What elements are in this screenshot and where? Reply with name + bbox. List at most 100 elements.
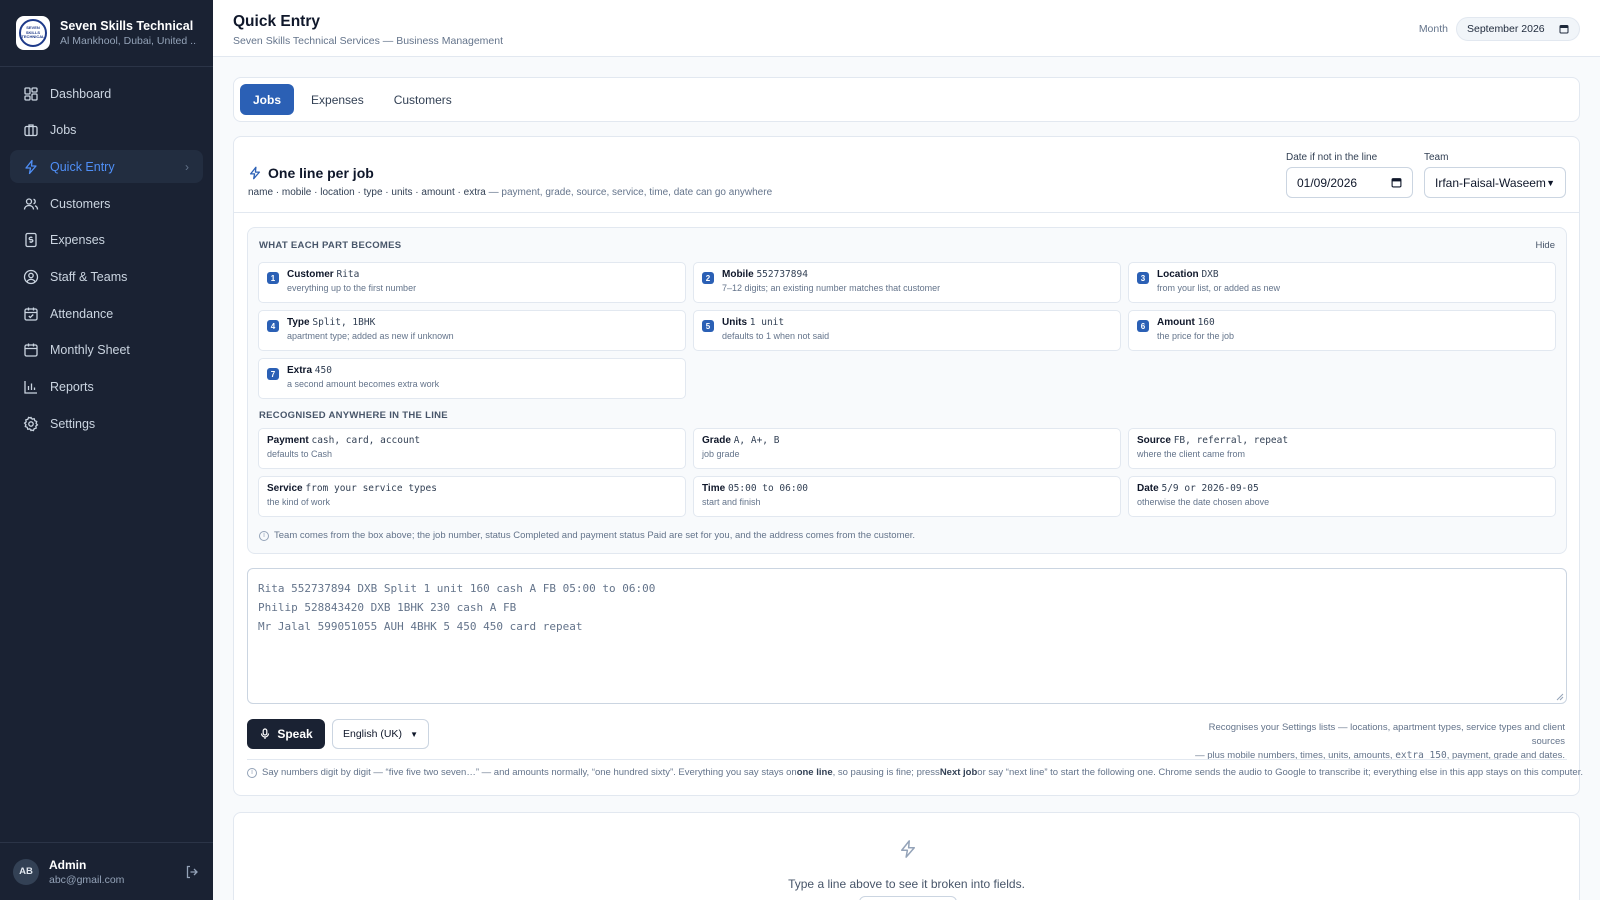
- team-field-group: Team Irfan-Faisal-Waseem ▼: [1424, 152, 1566, 198]
- sidebar-item-reports[interactable]: Reports: [10, 371, 203, 404]
- recognised-grid: Payment cash, card, account defaults to C…: [258, 428, 1556, 517]
- team-label: Team: [1424, 152, 1449, 163]
- recognised-card: Time 05:00 to 06:00 start and finish: [693, 476, 1121, 517]
- date-input[interactable]: 01/09/2026: [1286, 167, 1413, 198]
- dashboard-icon: [24, 86, 38, 101]
- user-email: abc@gmail.com: [49, 873, 125, 886]
- entry-card-header: One line per job name · mobile · locatio…: [234, 137, 1579, 213]
- quick-entry-card: One line per job name · mobile · locatio…: [233, 136, 1583, 796]
- page-subtitle: Seven Skills Technical Services — Busine…: [233, 35, 504, 47]
- recognised-title: RECOGNISED ANYWHERE IN THE LINE: [259, 410, 448, 421]
- preview-placeholder: Type a line above to see it broken into …: [788, 877, 1025, 891]
- recognised-card: Payment cash, card, account defaults to C…: [258, 428, 686, 469]
- calendar-icon: [1559, 25, 1569, 34]
- text-line: Rita 552737894 DXB Split 1 unit 160 cash…: [258, 582, 656, 595]
- part-card: 1 Customer Rita everything up to the first…: [258, 262, 686, 303]
- lightning-icon: [249, 166, 261, 180]
- part-card: 3 Location DXB from your list, or added as…: [1128, 262, 1556, 303]
- sidebar-item-quick-entry[interactable]: Quick Entry ›: [10, 150, 203, 184]
- sidebar-item-label: Attendance: [50, 306, 114, 321]
- part-card: 5 Units 1 unit defaults to 1 when not said: [693, 310, 1121, 351]
- sidebar-item-label: Dashboard: [50, 86, 112, 101]
- sidebar-item-attendance[interactable]: Attendance: [10, 297, 203, 330]
- chevron-down-icon: ▼: [410, 729, 418, 739]
- tab-expenses[interactable]: Expenses: [298, 84, 377, 115]
- microphone-icon: [261, 728, 270, 739]
- sidebar-item-label: Monthly Sheet: [50, 343, 130, 358]
- user-name: Admin: [49, 857, 87, 872]
- recognised-card: Service from your service types the kind …: [258, 476, 686, 517]
- preview-button[interactable]: [859, 896, 957, 900]
- company-address: Al Mankhool, Dubai, United ...: [60, 35, 197, 47]
- tab-customers[interactable]: Customers: [381, 84, 465, 115]
- brand-header: SEVEN SKILLS TECHNICAL Seven Skills Tech…: [0, 0, 213, 67]
- sidebar-nav: Dashboard Jobs Quick Entry › Customers E…: [0, 67, 213, 454]
- lightning-icon: [25, 159, 37, 175]
- page-header: Quick Entry Seven Skills Technical Servi…: [213, 0, 1600, 57]
- date-field-group: Date if not in the line 01/09/2026: [1286, 152, 1413, 198]
- speech-tips: i Say numbers digit by digit — “five fiv…: [247, 767, 1583, 778]
- parts-guide: WHAT EACH PART BECOMES Hide 1 Customer Ri…: [247, 227, 1567, 554]
- text-line: Philip 528843420 DXB 1BHK 230 cash A FB: [258, 601, 517, 614]
- recognised-card: Date 5/9 or 2026-09-05 otherwise the date…: [1128, 476, 1556, 517]
- team-note: i Team comes from the box above; the job…: [259, 530, 915, 541]
- sidebar-item-label: Reports: [50, 380, 94, 394]
- avatar: AB: [13, 858, 39, 885]
- month-value: September 2026: [1467, 23, 1545, 35]
- sidebar-item-label: Customers: [50, 196, 111, 211]
- month-picker[interactable]: September 2026: [1456, 17, 1580, 41]
- date-label: Date if not in the line: [1286, 152, 1378, 163]
- lightning-icon: [901, 840, 915, 858]
- sidebar-item-customers[interactable]: Customers: [10, 187, 203, 220]
- part-card: 7 Extra 450 a second amount becomes extra …: [258, 358, 686, 399]
- entry-hint: name · mobile · location · type · units …: [248, 187, 773, 198]
- user-panel: AB Admin abc@gmail.com: [0, 842, 213, 900]
- recognised-card: Grade A, A+, Bjob grade: [693, 428, 1121, 469]
- user-circle-icon: [23, 269, 39, 285]
- company-name: Seven Skills Technical ...: [60, 19, 197, 33]
- recognises-note: Recognises your Settings lists — locatio…: [1195, 722, 1565, 761]
- gear-icon: [23, 416, 39, 432]
- text-line: Mr Jalal 599051055 AUH 4BHK 5 450 450 ca…: [258, 620, 583, 633]
- info-icon: i: [247, 767, 257, 778]
- recognised-card: Source FB, referral, repeat where the cli…: [1128, 428, 1556, 469]
- team-select[interactable]: Irfan-Faisal-Waseem ▼: [1424, 167, 1566, 198]
- sidebar-item-label: Jobs: [50, 123, 77, 138]
- calendar-icon: [24, 343, 38, 357]
- part-card: 6 Amount 160 the price for the job: [1128, 310, 1556, 351]
- parts-grid: 1 Customer Rita everything up to the first…: [258, 262, 1556, 399]
- sidebar-item-dashboard[interactable]: Dashboard: [10, 77, 203, 110]
- entry-tabs: Jobs Expenses Customers: [233, 77, 1580, 122]
- hide-guide-button[interactable]: Hide: [1535, 240, 1555, 251]
- entry-title: One line per job: [248, 165, 374, 181]
- chevron-right-icon: ›: [185, 159, 189, 174]
- sidebar-item-label: Settings: [50, 416, 96, 431]
- receipt-icon: [25, 233, 37, 248]
- speak-button[interactable]: Speak: [247, 719, 325, 749]
- logout-icon[interactable]: [184, 864, 200, 880]
- resize-handle-icon[interactable]: [1556, 693, 1564, 701]
- job-lines-textarea[interactable]: Rita 552737894 DXB Split 1 unit 160 cash…: [247, 568, 1567, 704]
- briefcase-icon: [24, 124, 38, 137]
- sidebar-item-jobs[interactable]: Jobs: [10, 114, 203, 147]
- sidebar-item-settings[interactable]: Settings: [10, 407, 203, 440]
- part-card: 2 Mobile 552737894 7–12 digits; an existin…: [693, 262, 1121, 303]
- sidebar-item-expenses[interactable]: Expenses: [10, 224, 203, 257]
- divider: [247, 759, 1567, 760]
- parts-guide-title: WHAT EACH PART BECOMES: [259, 240, 402, 251]
- sidebar-item-monthly-sheet[interactable]: Monthly Sheet: [10, 334, 203, 367]
- page-title: Quick Entry: [233, 13, 320, 30]
- tab-jobs[interactable]: Jobs: [240, 84, 295, 115]
- company-logo: SEVEN SKILLS TECHNICAL: [16, 16, 50, 50]
- sidebar-item-label: Staff & Teams: [50, 269, 128, 284]
- calendar-icon: [1391, 178, 1402, 188]
- sidebar: SEVEN SKILLS TECHNICAL Seven Skills Tech…: [0, 0, 213, 900]
- sidebar-item-staff-teams[interactable]: Staff & Teams: [10, 260, 203, 293]
- info-icon: i: [259, 530, 269, 541]
- users-icon: [23, 197, 39, 210]
- parse-preview-card: Type a line above to see it broken into …: [233, 812, 1580, 900]
- part-card: 4 Type Split, 1BHK apartment type; added a…: [258, 310, 686, 351]
- main-content: Jobs Expenses Customers One line per job…: [233, 77, 1583, 796]
- sidebar-item-label: Quick Entry: [50, 159, 115, 174]
- language-select[interactable]: English (UK) ▼: [332, 719, 429, 749]
